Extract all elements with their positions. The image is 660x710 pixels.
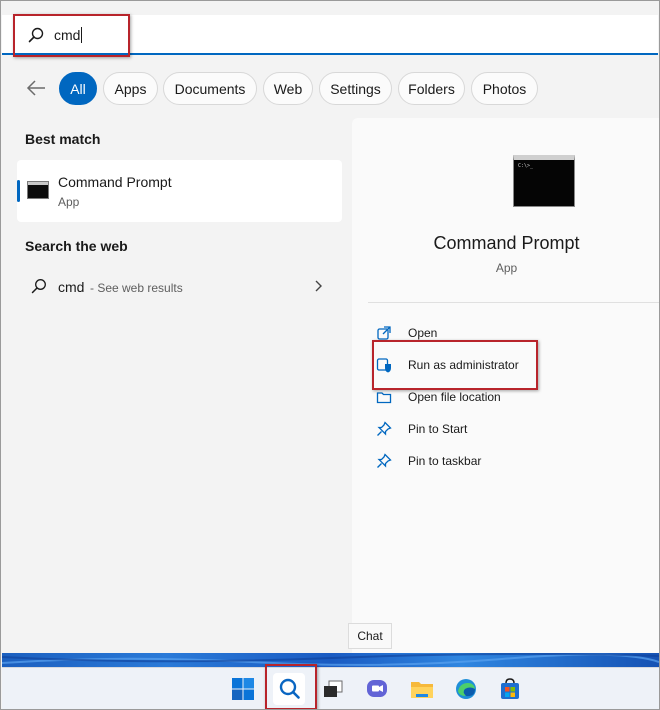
console-glyph: C:\>_ <box>518 163 534 169</box>
action-label: Pin to taskbar <box>408 454 482 468</box>
action-pin-to-taskbar[interactable]: Pin to taskbar <box>376 450 636 472</box>
desktop-wallpaper <box>1 652 659 667</box>
edge-icon[interactable] <box>450 673 482 705</box>
web-query: cmd <box>58 279 85 295</box>
filter-all[interactable]: All <box>59 72 97 105</box>
windows-search-window: cmd All Apps Documents Web Settings Fold… <box>0 0 660 710</box>
wallpaper-waves <box>1 652 659 666</box>
store-icon[interactable] <box>494 673 526 705</box>
action-label: Open file location <box>408 390 501 404</box>
best-match-heading: Best match <box>25 131 101 147</box>
best-match-type: App <box>58 195 80 209</box>
open-icon <box>377 326 391 340</box>
best-match-result[interactable]: Command Prompt App <box>17 160 342 222</box>
pin-icon <box>377 453 392 468</box>
highlight-taskbar-search <box>265 664 317 709</box>
chevron-right-icon[interactable] <box>314 279 324 293</box>
preview-app-type: App <box>495 261 518 275</box>
filter-web[interactable]: Web <box>263 72 313 105</box>
action-label: Open <box>408 326 438 340</box>
web-search-result[interactable]: cmd - See web results <box>17 269 342 303</box>
chat-tooltip: Chat <box>348 623 392 649</box>
selection-indicator <box>17 180 20 202</box>
windows-start-icon[interactable] <box>227 673 259 705</box>
back-arrow-icon[interactable] <box>25 77 47 99</box>
highlight-run-as-administrator <box>372 340 538 390</box>
filter-folders[interactable]: Folders <box>398 72 465 105</box>
action-pin-to-start[interactable]: Pin to Start <box>376 418 636 440</box>
taskbar <box>2 667 659 709</box>
preview-app-name: Command Prompt <box>433 233 580 253</box>
best-match-name: Command Prompt <box>58 174 172 190</box>
task-view-icon[interactable] <box>317 673 349 705</box>
search-web-heading: Search the web <box>25 238 128 254</box>
filter-photos[interactable]: Photos <box>471 72 538 105</box>
filter-settings[interactable]: Settings <box>319 72 392 105</box>
folder-icon <box>376 392 392 404</box>
chat-icon[interactable] <box>361 673 393 705</box>
filter-documents[interactable]: Documents <box>163 72 257 105</box>
divider <box>368 302 659 303</box>
pin-icon <box>377 421 392 436</box>
search-icon <box>31 279 46 294</box>
web-suffix: - See web results <box>90 281 183 295</box>
highlight-search-input <box>13 14 130 57</box>
filter-apps[interactable]: Apps <box>103 72 158 105</box>
file-explorer-icon[interactable] <box>406 673 438 705</box>
action-label: Pin to Start <box>408 422 468 436</box>
command-prompt-icon <box>27 181 49 199</box>
command-prompt-large-icon: C:\>_ <box>513 155 575 207</box>
